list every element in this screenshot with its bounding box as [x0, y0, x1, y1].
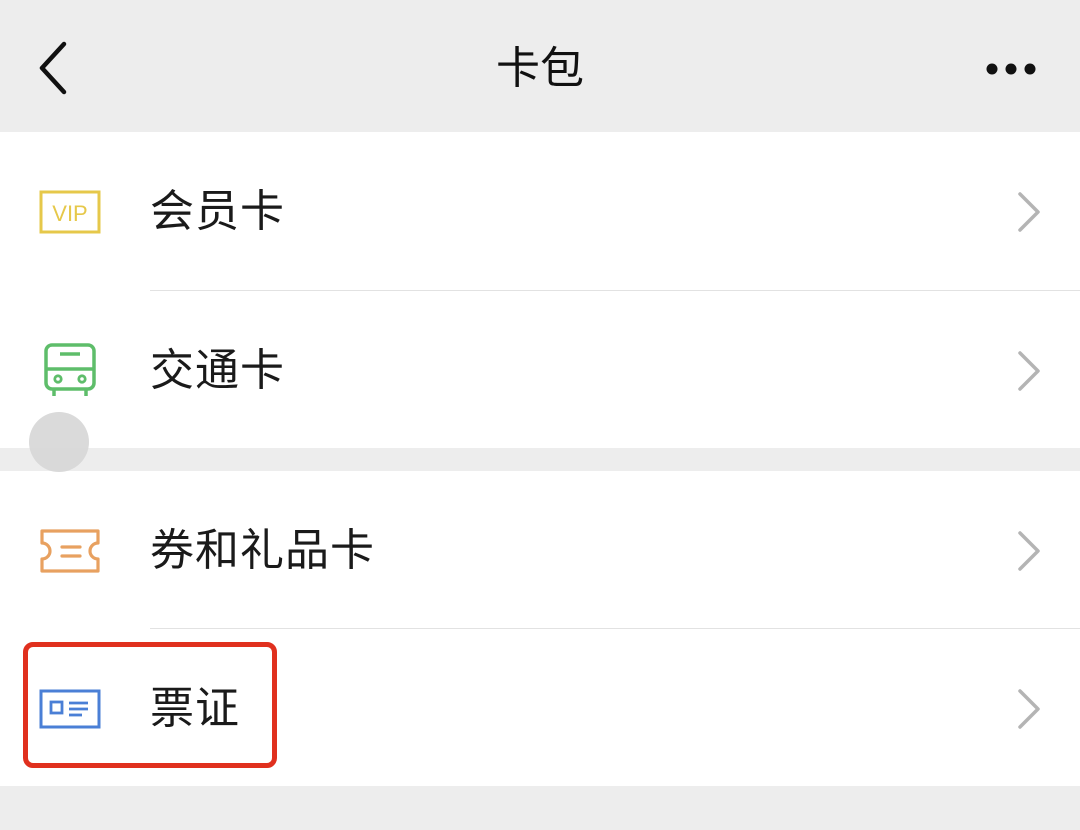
back-button[interactable]	[30, 38, 80, 98]
chevron-right-icon	[1018, 351, 1040, 391]
chevron-right-icon	[1018, 531, 1040, 571]
card-group-secondary: 券和礼品卡 票证	[0, 471, 1080, 786]
list-item-coupons-gift-cards[interactable]: 券和礼品卡	[0, 471, 1080, 629]
list-item-member-card[interactable]: VIP 会员卡	[0, 132, 1080, 290]
card-group-primary: VIP 会员卡 交通卡	[0, 132, 1080, 448]
touch-indicator	[29, 412, 89, 472]
more-button[interactable]	[976, 52, 1046, 86]
list-item-label: 券和礼品卡	[150, 525, 375, 576]
chevron-left-icon	[39, 41, 67, 95]
list-item-label: 票证	[150, 683, 240, 734]
nav-bar: 卡包	[0, 0, 1080, 132]
svg-text:VIP: VIP	[52, 201, 87, 226]
more-dots-icon	[986, 63, 1036, 75]
ticket-icon	[40, 529, 100, 573]
bus-icon	[44, 343, 96, 396]
chevron-right-icon	[1018, 689, 1040, 729]
chevron-right-icon	[1018, 192, 1040, 232]
id-card-icon	[39, 689, 101, 729]
list-item-transit-card[interactable]: 交通卡	[0, 291, 1080, 449]
list-item-tickets-ids[interactable]: 票证	[0, 629, 1080, 787]
page-title: 卡包	[496, 43, 584, 94]
list-item-label: 交通卡	[150, 345, 285, 396]
vip-card-icon: VIP	[39, 190, 101, 234]
list-item-label: 会员卡	[150, 186, 285, 237]
